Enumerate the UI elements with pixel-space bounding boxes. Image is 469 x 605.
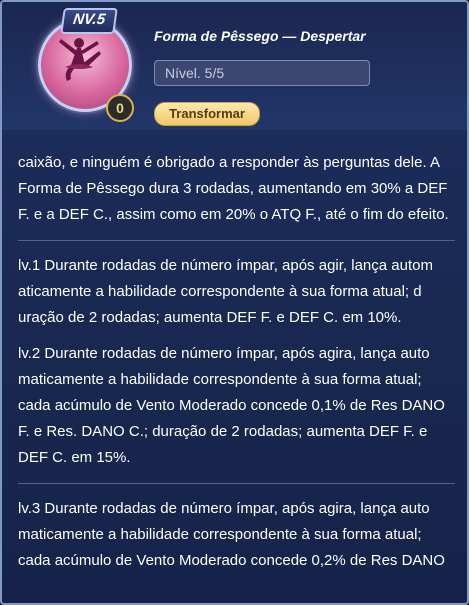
level-badge: 0 (106, 94, 134, 122)
divider (18, 240, 455, 241)
skill-panel: NV.5 0 Forma de Pêssego — Despertar Níve… (0, 0, 469, 605)
transform-button[interactable]: Transformar (154, 102, 260, 126)
level-3-text: lv.3 Durante rodadas de número ímpar, ap… (18, 500, 445, 569)
divider (18, 483, 455, 484)
level-1-text: lv.1 Durante rodadas de número ímpar, ap… (18, 257, 433, 326)
skill-title: Forma de Pêssego — Despertar (154, 28, 366, 44)
skill-header: NV.5 0 Forma de Pêssego — Despertar Níve… (2, 2, 467, 130)
level-2-text: lv.2 Durante rodadas de número ímpar, ap… (18, 345, 445, 466)
skill-description[interactable]: caixão, e ninguém é obrigado a responder… (18, 130, 455, 603)
level-tag: NV.5 (60, 8, 118, 34)
intro-text: caixão, e ninguém é obrigado a responder… (18, 154, 449, 223)
level-field: Nível. 5/5 (154, 60, 370, 86)
